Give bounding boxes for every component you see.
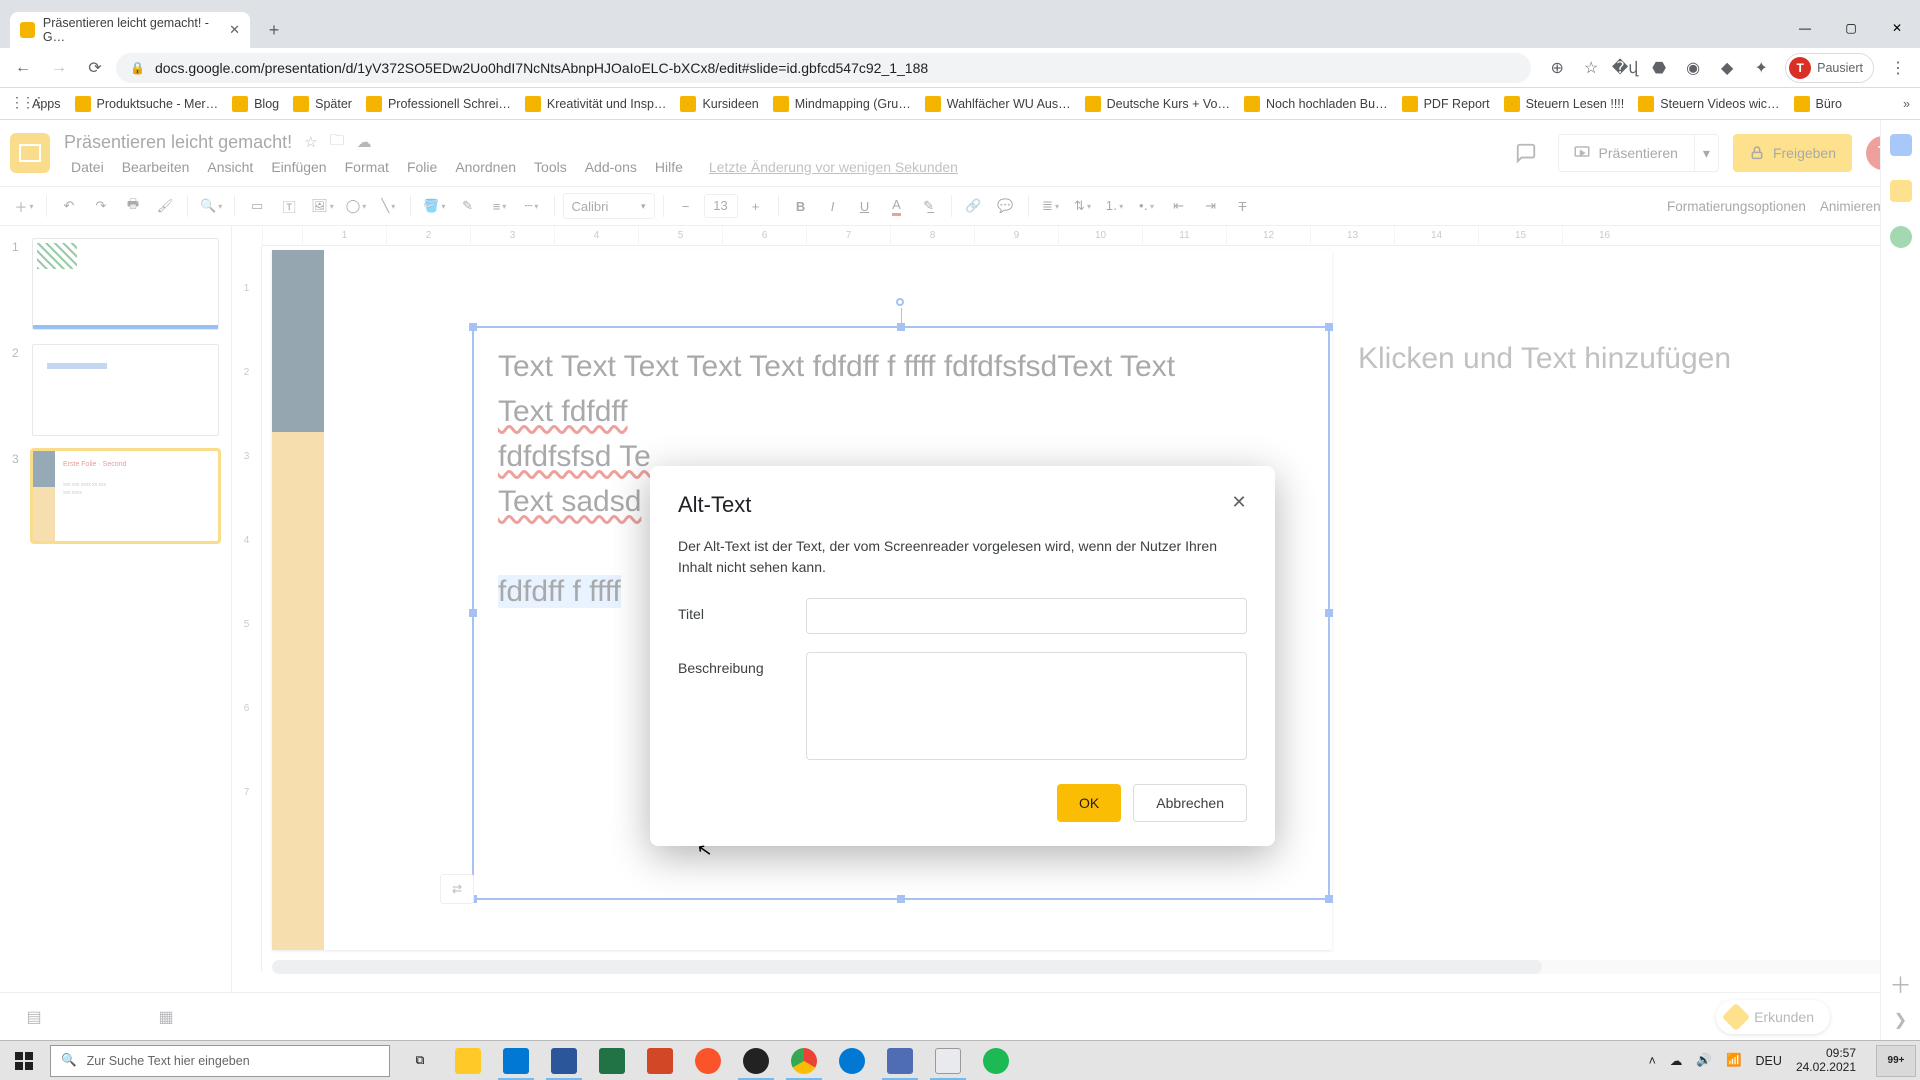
app-icon[interactable] (876, 1041, 924, 1080)
chrome-menu-icon[interactable]: ⋮ (1888, 58, 1908, 78)
reload-button[interactable]: ⟳ (80, 53, 110, 83)
word-icon[interactable] (540, 1041, 588, 1080)
bookmark-item[interactable]: Kreativität und Insp… (525, 96, 667, 112)
slides-favicon (20, 22, 35, 38)
slides-app: Präsentieren leicht gemacht! ☆ 🗀 ☁ Datei… (0, 120, 1920, 1040)
extensions-menu-icon[interactable]: ✦ (1751, 58, 1771, 78)
back-button[interactable]: ← (8, 53, 38, 83)
bookmark-item[interactable]: Deutsche Kurs + Vo… (1085, 96, 1230, 112)
search-icon: 🔍 (61, 1053, 77, 1068)
bookmark-star-icon[interactable]: ☆ (1581, 58, 1601, 78)
cancel-button[interactable]: Abbrechen (1133, 784, 1247, 822)
notepad-icon[interactable] (924, 1041, 972, 1080)
taskbar-clock[interactable]: 09:57 24.02.2021 (1796, 1047, 1862, 1075)
edge-legacy-icon[interactable] (492, 1041, 540, 1080)
alt-text-dialog: Alt-Text ✕ Der Alt-Text ist der Text, de… (650, 466, 1275, 846)
bookmark-item[interactable]: Kursideen (680, 96, 758, 112)
description-label: Beschreibung (678, 652, 788, 676)
language-indicator[interactable]: DEU (1756, 1054, 1782, 1068)
close-window-button[interactable]: ✕ (1874, 8, 1920, 48)
bookmark-item[interactable]: Noch hochladen Bu… (1244, 96, 1388, 112)
start-button[interactable] (0, 1041, 48, 1080)
bookmark-item[interactable]: Wahlfächer WU Aus… (925, 96, 1071, 112)
onedrive-icon[interactable]: ☁ (1670, 1053, 1683, 1068)
description-textarea[interactable] (806, 652, 1247, 760)
zoom-icon[interactable]: ⊕ (1547, 58, 1567, 78)
title-label: Titel (678, 598, 788, 622)
tab-title: Präsentieren leicht gemacht! - G… (43, 16, 221, 44)
bookmarks-overflow-icon[interactable]: » (1903, 97, 1910, 111)
window-controls: — ▢ ✕ (1782, 8, 1920, 48)
powerpoint-icon[interactable] (636, 1041, 684, 1080)
dialog-close-icon[interactable]: ✕ (1225, 488, 1253, 516)
browser-tab[interactable]: Präsentieren leicht gemacht! - G… ✕ (10, 12, 250, 48)
bookmark-item[interactable]: Professionell Schrei… (366, 96, 511, 112)
tab-close-icon[interactable]: ✕ (229, 22, 240, 38)
browser-toolbar: ← → ⟳ 🔒 docs.google.com/presentation/d/1… (0, 48, 1920, 88)
extension-icon-2[interactable]: ◉ (1683, 58, 1703, 78)
task-view-icon[interactable]: ⧉ (396, 1041, 444, 1080)
brave-icon[interactable] (684, 1041, 732, 1080)
tray-chevron-icon[interactable]: ˄ (1649, 1054, 1656, 1068)
bookmark-item[interactable]: Steuern Videos wic… (1638, 96, 1779, 112)
profile-avatar-icon: T (1789, 57, 1811, 79)
action-center-icon[interactable]: 99+ (1876, 1045, 1916, 1077)
reader-icon[interactable]: �վ (1615, 58, 1635, 78)
ok-button[interactable]: OK (1057, 784, 1121, 822)
system-tray: ˄ ☁ 🔊 📶 DEU 09:57 24.02.2021 99+ (1637, 1045, 1920, 1077)
dialog-description: Der Alt-Text ist der Text, der vom Scree… (678, 536, 1247, 578)
obs-icon[interactable] (732, 1041, 780, 1080)
extension-icon[interactable]: ⬣ (1649, 58, 1669, 78)
taskbar-search[interactable]: 🔍 Zur Suche Text hier eingeben (50, 1045, 390, 1077)
wifi-icon[interactable]: 📶 (1726, 1053, 1742, 1068)
profile-paused-chip[interactable]: T Pausiert (1785, 53, 1874, 83)
chrome-icon[interactable] (780, 1041, 828, 1080)
browser-titlebar: Präsentieren leicht gemacht! - G… ✕ + — … (0, 0, 1920, 48)
bookmark-item[interactable]: Steuern Lesen !!!! (1504, 96, 1625, 112)
windows-taskbar: 🔍 Zur Suche Text hier eingeben ⧉ ˄ ☁ 🔊 📶… (0, 1040, 1920, 1080)
minimize-button[interactable]: — (1782, 8, 1828, 48)
excel-icon[interactable] (588, 1041, 636, 1080)
bookmark-item[interactable]: Produktsuche - Mer… (75, 96, 219, 112)
bookmark-item[interactable]: Blog (232, 96, 279, 112)
forward-button[interactable]: → (44, 53, 74, 83)
bookmark-apps[interactable]: Apps (10, 96, 61, 112)
volume-icon[interactable]: 🔊 (1696, 1053, 1712, 1068)
spotify-icon[interactable] (972, 1041, 1020, 1080)
extension-icon-3[interactable]: ◆ (1717, 58, 1737, 78)
url-text: docs.google.com/presentation/d/1yV372SO5… (155, 60, 928, 76)
dialog-title: Alt-Text (678, 492, 1247, 518)
explorer-icon[interactable] (444, 1041, 492, 1080)
lock-icon: 🔒 (130, 61, 145, 75)
bookmarks-bar: Apps Produktsuche - Mer… Blog Später Pro… (0, 88, 1920, 120)
bookmark-item[interactable]: Später (293, 96, 352, 112)
title-input[interactable] (806, 598, 1247, 634)
bookmark-item[interactable]: Mindmapping (Gru… (773, 96, 911, 112)
bookmark-item[interactable]: PDF Report (1402, 96, 1490, 112)
new-tab-button[interactable]: + (260, 16, 288, 44)
maximize-button[interactable]: ▢ (1828, 8, 1874, 48)
bookmark-item[interactable]: Büro (1794, 96, 1842, 112)
edge-icon[interactable] (828, 1041, 876, 1080)
address-bar[interactable]: 🔒 docs.google.com/presentation/d/1yV372S… (116, 53, 1531, 83)
